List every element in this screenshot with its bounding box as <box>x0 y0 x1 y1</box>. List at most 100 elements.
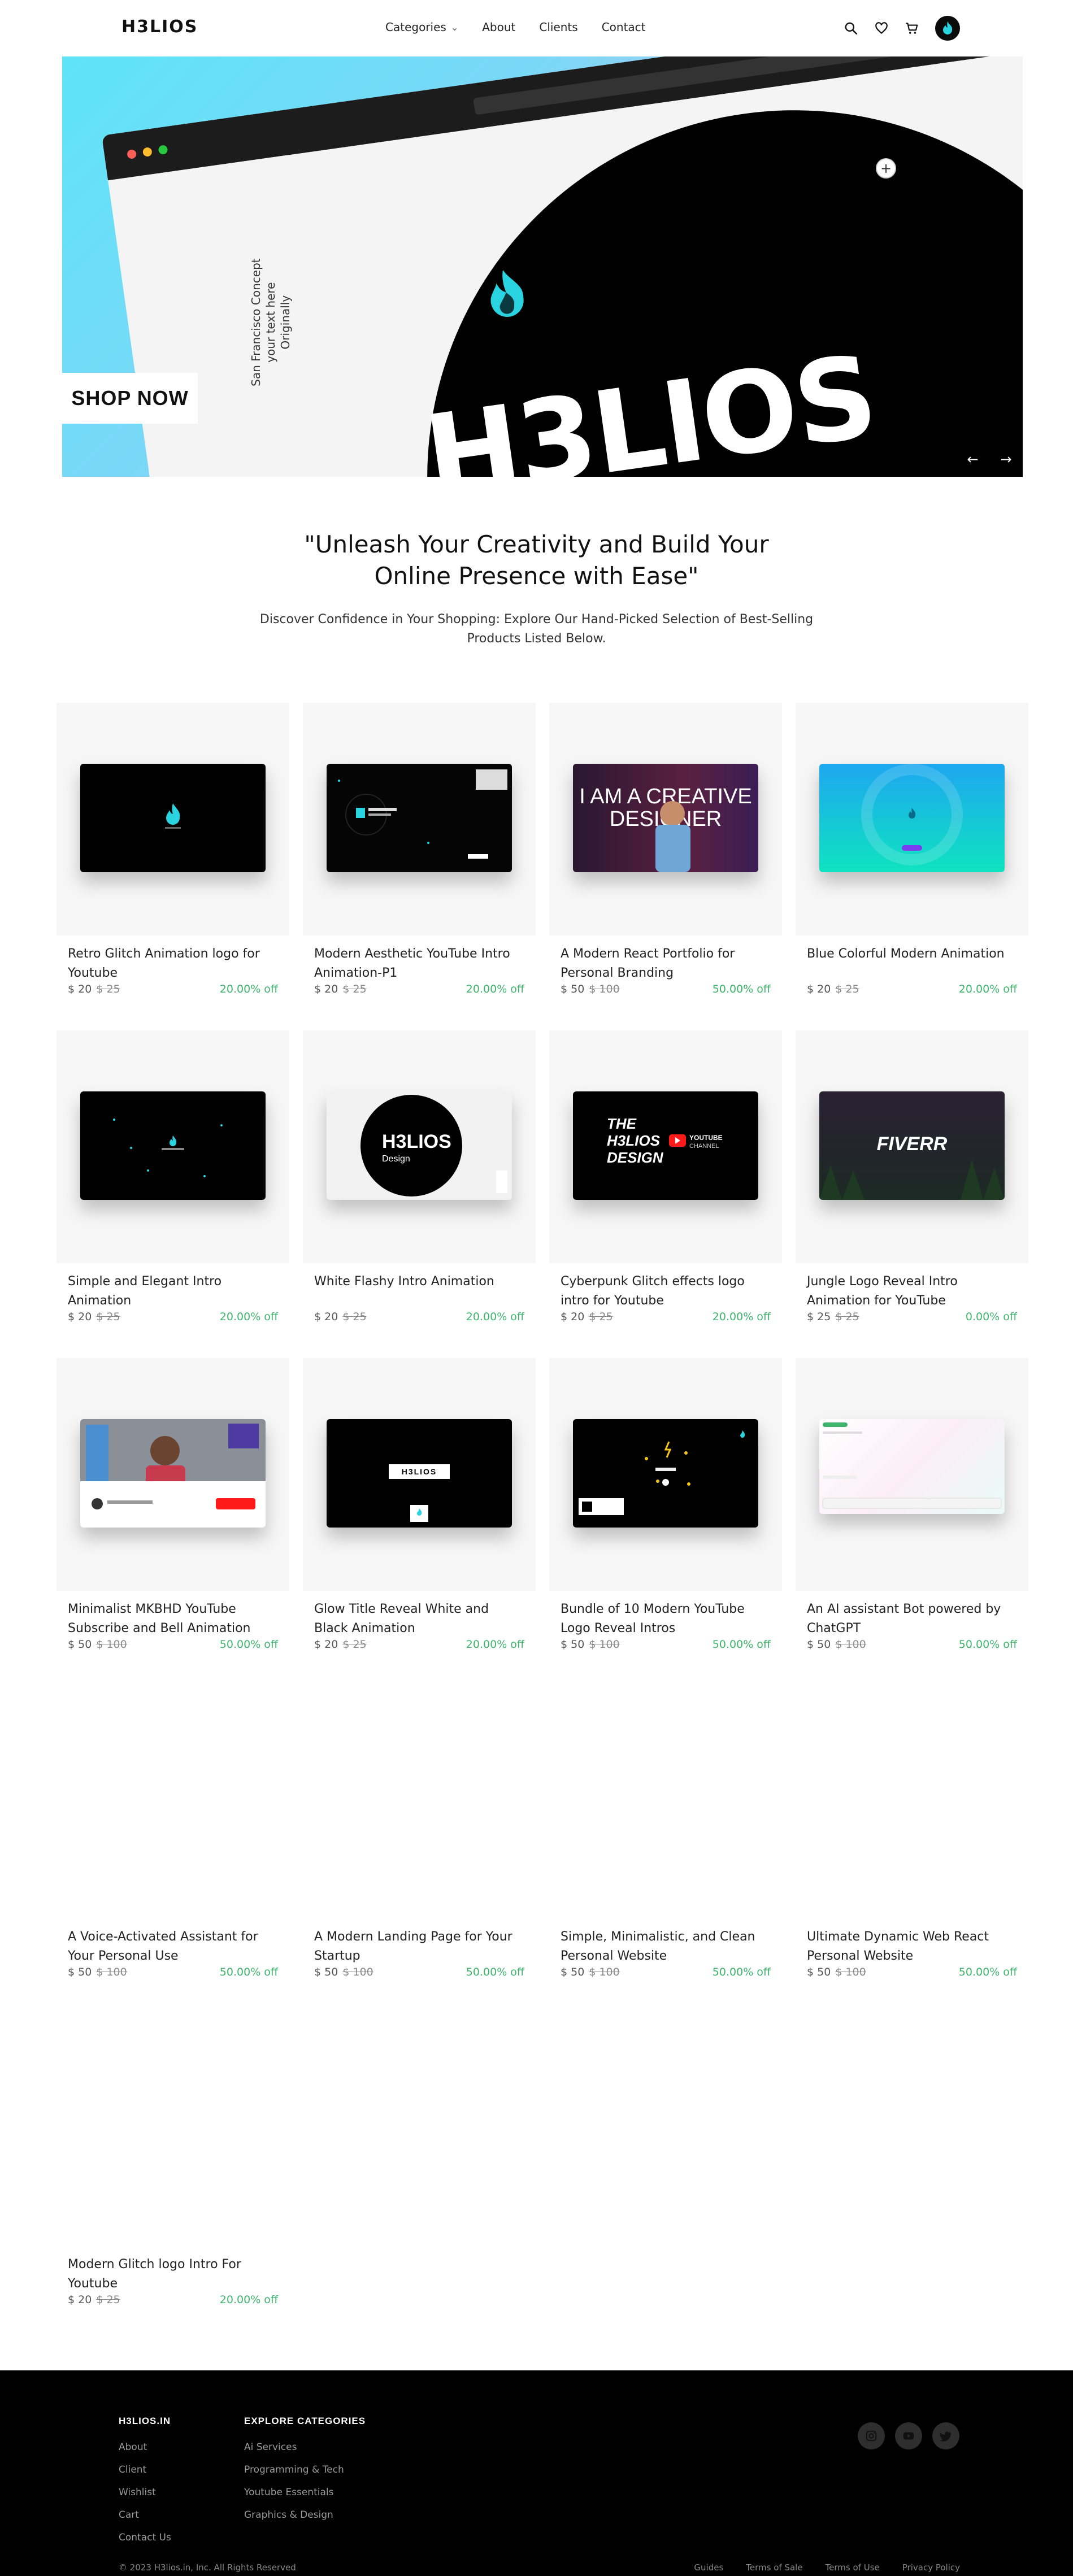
tagline-subtitle: Discover Confidence in Your Shopping: Ex… <box>259 612 814 646</box>
product-card[interactable]: H3LIOS Glow Title Reveal White and Black… <box>303 1358 536 1674</box>
product-price-row: $ 20 $ 25 20.00% off <box>57 1311 289 1323</box>
footer-link-cart[interactable]: Cart <box>119 2504 171 2526</box>
thumb-screen: H3LIOS Design <box>327 1091 512 1200</box>
site-logo[interactable]: H3LIOS <box>121 17 198 37</box>
product-title: Glow Title Reveal White and Black Animat… <box>314 1602 489 1635</box>
heart-icon[interactable] <box>874 21 889 36</box>
copyright-text: © 2023 H3lios.in, Inc. All Rights Reserv… <box>119 2562 296 2573</box>
thumb-screen <box>80 764 266 872</box>
product-thumbnail: THE H3LIOS DESIGN YOUTUBE CHANNEL <box>549 1030 782 1263</box>
product-title: Simple and Elegant Intro Animation <box>68 1274 222 1308</box>
footer-link-programming[interactable]: Programming & Tech <box>244 2458 366 2481</box>
footer-link-terms-of-sale[interactable]: Terms of Sale <box>746 2562 802 2573</box>
youtube-icon[interactable] <box>895 2422 922 2449</box>
thumb-yt-line2: H3LIOS <box>607 1132 661 1149</box>
product-discount: 50.00% off <box>958 1638 1017 1651</box>
product-thumbnail <box>57 1358 289 1591</box>
product-price-row: $ 50 $ 100 50.00% off <box>796 1638 1028 1651</box>
product-card[interactable]: Minimalist MKBHD YouTube Subscribe and B… <box>57 1358 289 1674</box>
product-price-row: $ 20 $ 25 20.00% off <box>303 1311 536 1323</box>
product-card[interactable]: Modern Aesthetic YouTube Intro Animation… <box>303 703 536 1019</box>
thumb-screen <box>327 764 512 872</box>
product-price-row: $ 50 $ 100 50.00% off <box>57 1638 289 1651</box>
product-title: Modern Aesthetic YouTube Intro Animation… <box>314 947 510 980</box>
product-card[interactable]: A Voice-Activated Assistant for Your Per… <box>57 1686 289 2002</box>
footer-link-youtube[interactable]: Youtube Essentials <box>244 2481 366 2504</box>
plus-icon[interactable]: + <box>876 158 896 179</box>
product-old-price: $ 100 <box>589 1966 620 1978</box>
nav-clients[interactable]: Clients <box>539 20 577 34</box>
product-price: $ 20 <box>314 1638 338 1651</box>
product-discount: 20.00% off <box>219 2294 278 2306</box>
window-close-dot <box>127 149 137 159</box>
chevron-down-icon: ⌄ <box>450 21 459 33</box>
product-discount: 50.00% off <box>712 1966 771 1978</box>
product-price: $ 50 <box>561 1966 585 1978</box>
product-old-price: $ 25 <box>342 1638 367 1651</box>
product-card[interactable]: A Modern Landing Page for Your Startup $… <box>303 1686 536 2002</box>
social-links <box>858 2422 959 2449</box>
product-price: $ 20 <box>807 983 831 995</box>
twitter-icon[interactable] <box>932 2422 959 2449</box>
footer-link-about[interactable]: About <box>119 2436 171 2458</box>
product-card[interactable]: THE H3LIOS DESIGN YOUTUBE CHANNEL Cyberp… <box>549 1030 782 1347</box>
product-card[interactable]: Ultimate Dynamic Web React Personal Webs… <box>796 1686 1028 2002</box>
product-price-row: $ 25 $ 25 0.00% off <box>796 1311 1028 1323</box>
shop-now-button[interactable]: SHOP NOW <box>62 373 198 424</box>
product-discount: 50.00% off <box>712 983 771 995</box>
product-price: $ 25 <box>807 1311 831 1323</box>
user-avatar[interactable] <box>935 16 960 41</box>
product-price: $ 50 <box>561 1638 585 1651</box>
instagram-icon[interactable] <box>858 2422 885 2449</box>
product-card[interactable]: An AI assistant Bot powered by ChatGPT $… <box>796 1358 1028 1674</box>
footer-link-graphics[interactable]: Graphics & Design <box>244 2504 366 2526</box>
cart-icon[interactable] <box>905 21 919 36</box>
thumb-yt-line3: DESIGN <box>607 1149 664 1166</box>
product-card[interactable]: FIVERR Jungle Logo Reveal Intro Animatio… <box>796 1030 1028 1347</box>
footer-link-contact[interactable]: Contact Us <box>119 2526 171 2549</box>
product-card[interactable]: H3LIOS Design White Flashy Intro Animati… <box>303 1030 536 1347</box>
footer-link-terms-of-use[interactable]: Terms of Use <box>826 2562 880 2573</box>
product-thumbnail <box>57 2013 289 2246</box>
product-thumbnail <box>57 1686 289 1918</box>
product-discount: 20.00% off <box>219 983 278 995</box>
nav-actions <box>844 16 960 41</box>
product-card[interactable]: Retro Glitch Animation logo for Youtube … <box>57 703 289 1019</box>
product-card[interactable]: Modern Glitch logo Intro For Youtube $ 2… <box>57 2013 289 2330</box>
product-thumbnail <box>57 703 289 935</box>
footer-link-ai-services[interactable]: Ai Services <box>244 2436 366 2458</box>
window-minimize-dot <box>142 146 153 158</box>
nav-categories[interactable]: Categories ⌄ <box>385 20 458 34</box>
product-price: $ 50 <box>314 1966 338 1978</box>
product-old-price: $ 100 <box>589 1638 620 1651</box>
product-price-row: $ 20 $ 25 20.00% off <box>303 983 536 995</box>
product-thumbnail: H3LIOS Design <box>303 1030 536 1263</box>
product-price: $ 20 <box>68 1311 92 1323</box>
product-discount: 20.00% off <box>466 1638 524 1651</box>
footer-link-guides[interactable]: Guides <box>694 2562 723 2573</box>
arrow-right-icon[interactable]: → <box>1000 451 1011 467</box>
product-discount: 20.00% off <box>958 983 1017 995</box>
product-thumbnail: I AM A CREATIVE DESIGNER <box>549 703 782 935</box>
thumb-yt-channel2: CHANNEL <box>689 1143 719 1150</box>
main-nav: Categories ⌄ About Clients Contact <box>385 20 670 34</box>
product-card[interactable]: Simple and Elegant Intro Animation $ 20 $… <box>57 1030 289 1347</box>
footer-link-wishlist[interactable]: Wishlist <box>119 2481 171 2504</box>
product-old-price: $ 25 <box>96 983 120 995</box>
product-card[interactable]: Simple, Minimalistic, and Clean Personal… <box>549 1686 782 2002</box>
hero-browser-mockup: San Francisco Concept your text here Ori… <box>102 56 1023 477</box>
product-card[interactable]: I AM A CREATIVE DESIGNER A Modern React … <box>549 703 782 1019</box>
product-discount: 50.00% off <box>958 1966 1017 1978</box>
product-price-row: $ 50 $ 100 50.00% off <box>57 1966 289 1978</box>
nav-contact[interactable]: Contact <box>602 20 646 34</box>
thumb-yt-channel: YOUTUBE <box>689 1134 723 1142</box>
product-old-price: $ 25 <box>835 983 859 995</box>
product-card[interactable]: Bundle of 10 Modern YouTube Logo Reveal … <box>549 1358 782 1674</box>
footer-col-categories: EXPLORE CATEGORIES Ai Services Programmi… <box>244 2416 366 2526</box>
footer-link-client[interactable]: Client <box>119 2458 171 2481</box>
search-icon[interactable] <box>844 21 858 36</box>
nav-about[interactable]: About <box>482 20 515 34</box>
product-card[interactable]: Blue Colorful Modern Animation $ 20 $ 25 … <box>796 703 1028 1019</box>
arrow-left-icon[interactable]: ← <box>967 451 978 467</box>
footer-link-privacy[interactable]: Privacy Policy <box>902 2562 960 2573</box>
